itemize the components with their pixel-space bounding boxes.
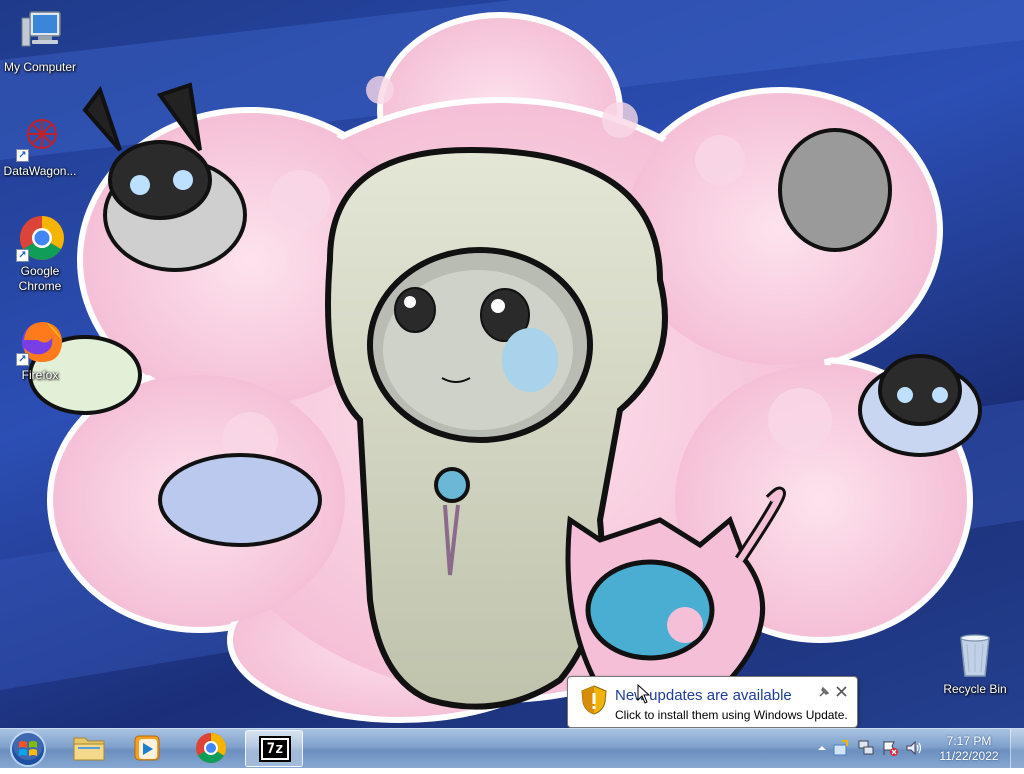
desktop-icon-recycle-bin[interactable]: Recycle Bin <box>935 632 1015 697</box>
notification-message: Click to install them using Windows Upda… <box>615 708 848 722</box>
taskbar-clock[interactable]: 7:17 PM 11/22/2022 <box>934 734 1004 764</box>
action-center-icon[interactable] <box>881 739 899 757</box>
chrome-icon: ↗ <box>16 214 64 262</box>
datawagon-icon: ↗ <box>16 114 64 162</box>
shortcut-arrow-icon: ↗ <box>16 249 29 262</box>
shield-warning-icon <box>581 685 607 715</box>
desktop-icon-label: Firefox <box>21 368 59 382</box>
clock-date: 11/22/2022 <box>939 749 999 763</box>
wallpaper <box>0 0 1024 723</box>
7zip-label: 7z <box>266 741 284 757</box>
volume-icon[interactable] <box>905 739 923 757</box>
shortcut-arrow-icon: ↗ <box>16 149 29 162</box>
taskbar: 7z 7:17 PM 11/22/2022 <box>0 728 1024 769</box>
desktop-icon-google-chrome[interactable]: ↗ Google Chrome <box>0 214 80 294</box>
folder-icon <box>73 737 105 761</box>
shortcut-arrow-icon: ↗ <box>16 353 29 366</box>
taskbar-media-player[interactable] <box>119 730 177 767</box>
firefox-icon: ↗ <box>16 318 64 366</box>
clock-time: 7:17 PM <box>946 734 992 748</box>
desktop-icon-datawagon[interactable]: ↗ DataWagon... <box>0 114 80 179</box>
taskbar-chrome[interactable] <box>182 730 240 767</box>
network-icon[interactable] <box>857 739 875 757</box>
desktop-icon-label: Recycle Bin <box>943 682 1007 696</box>
taskbar-file-explorer[interactable] <box>60 730 118 767</box>
show-desktop-button[interactable] <box>1010 729 1024 769</box>
system-tray: 7:17 PM 11/22/2022 <box>809 729 1024 769</box>
start-button[interactable] <box>4 729 52 769</box>
desktop-icon-firefox[interactable]: ↗ Firefox <box>0 318 80 383</box>
desktop-icon-label: My Computer <box>3 60 77 74</box>
taskbar-7zip[interactable]: 7z <box>245 730 303 767</box>
desktop-icon-label: DataWagon... <box>3 164 77 178</box>
close-icon[interactable] <box>836 686 847 697</box>
computer-icon <box>16 10 64 58</box>
desktop-icon-my-computer[interactable]: My Computer <box>0 10 80 75</box>
show-hidden-icons-icon[interactable] <box>817 743 827 753</box>
desktop-icon-label: Google Chrome <box>18 264 62 293</box>
windows-update-tray-icon[interactable] <box>831 739 849 757</box>
mouse-cursor-icon <box>637 684 651 704</box>
media-player-icon <box>134 735 160 761</box>
update-notification-balloon[interactable]: New updates are available Click to insta… <box>567 676 858 728</box>
recycle-bin-icon <box>951 632 999 680</box>
pin-options-icon[interactable] <box>818 686 830 698</box>
desktop[interactable]: My Computer ↗ DataWagon... ↗ Google Chro… <box>0 0 1024 728</box>
chrome-icon <box>196 733 227 764</box>
